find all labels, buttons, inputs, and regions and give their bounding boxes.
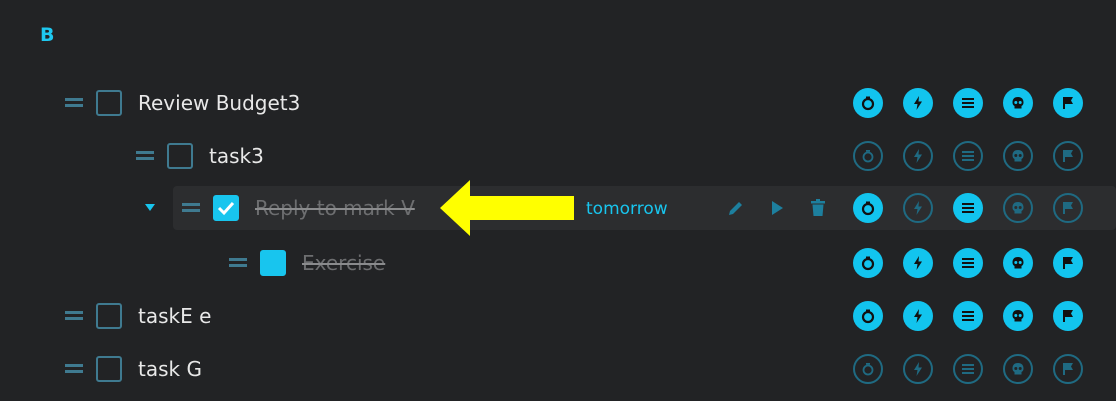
task-checkbox[interactable] (96, 303, 122, 329)
timer-icon[interactable] (853, 354, 883, 384)
annotation-arrow-icon (440, 180, 574, 236)
skull-icon[interactable] (1003, 354, 1033, 384)
list-icon[interactable] (953, 193, 983, 223)
task-title[interactable]: Reply to mark V (255, 196, 415, 220)
list-icon[interactable] (953, 301, 983, 331)
task-checkbox[interactable] (96, 90, 122, 116)
skull-icon[interactable] (1003, 88, 1033, 118)
list-icon[interactable] (953, 88, 983, 118)
timer-icon[interactable] (853, 301, 883, 331)
due-date-label[interactable]: tomorrow (586, 199, 668, 219)
task-row[interactable]: task G (0, 347, 1116, 391)
flag-icon[interactable] (1053, 141, 1083, 171)
flag-icon[interactable] (1053, 88, 1083, 118)
edit-icon[interactable] (726, 198, 746, 218)
task-row[interactable]: Exercise (0, 241, 1116, 285)
list-icon[interactable] (953, 248, 983, 278)
drag-handle-icon[interactable] (229, 258, 247, 268)
timer-icon[interactable] (853, 141, 883, 171)
checkmark-icon (217, 201, 235, 216)
lightning-icon[interactable] (903, 88, 933, 118)
play-icon[interactable] (767, 198, 787, 218)
task-title[interactable]: Review Budget3 (138, 91, 300, 115)
lightning-icon[interactable] (903, 193, 933, 223)
skull-icon[interactable] (1003, 141, 1033, 171)
flag-icon[interactable] (1053, 193, 1083, 223)
lightning-icon[interactable] (903, 141, 933, 171)
skull-icon[interactable] (1003, 248, 1033, 278)
timer-icon[interactable] (853, 88, 883, 118)
task-row[interactable]: task3 (0, 134, 1116, 178)
list-icon[interactable] (953, 141, 983, 171)
task-checkbox-checked[interactable] (213, 195, 239, 221)
task-row[interactable]: Review Budget3 (0, 81, 1116, 125)
task-title[interactable]: Exercise (302, 251, 385, 275)
task-title[interactable]: taskE e (138, 304, 211, 328)
drag-handle-icon[interactable] (65, 311, 83, 321)
flag-icon[interactable] (1053, 354, 1083, 384)
lightning-icon[interactable] (903, 354, 933, 384)
lightning-icon[interactable] (903, 248, 933, 278)
drag-handle-icon[interactable] (182, 203, 200, 213)
drag-handle-icon[interactable] (65, 98, 83, 108)
task-checkbox[interactable] (167, 143, 193, 169)
list-icon[interactable] (953, 354, 983, 384)
task-title[interactable]: task3 (209, 144, 264, 168)
task-checkbox-checked[interactable] (260, 250, 286, 276)
skull-icon[interactable] (1003, 193, 1033, 223)
drag-handle-icon[interactable] (136, 151, 154, 161)
drag-handle-icon[interactable] (65, 364, 83, 374)
task-title[interactable]: task G (138, 357, 202, 381)
timer-icon[interactable] (853, 248, 883, 278)
task-row-selected[interactable]: Reply to mark V tomorrow (173, 186, 1116, 230)
flag-icon[interactable] (1053, 301, 1083, 331)
collapse-icon[interactable] (145, 204, 155, 211)
task-checkbox[interactable] (96, 356, 122, 382)
flag-icon[interactable] (1053, 248, 1083, 278)
delete-icon[interactable] (808, 198, 828, 218)
skull-icon[interactable] (1003, 301, 1033, 331)
timer-icon[interactable] (853, 193, 883, 223)
section-title: B (40, 24, 55, 46)
task-row[interactable]: taskE e (0, 294, 1116, 338)
lightning-icon[interactable] (903, 301, 933, 331)
